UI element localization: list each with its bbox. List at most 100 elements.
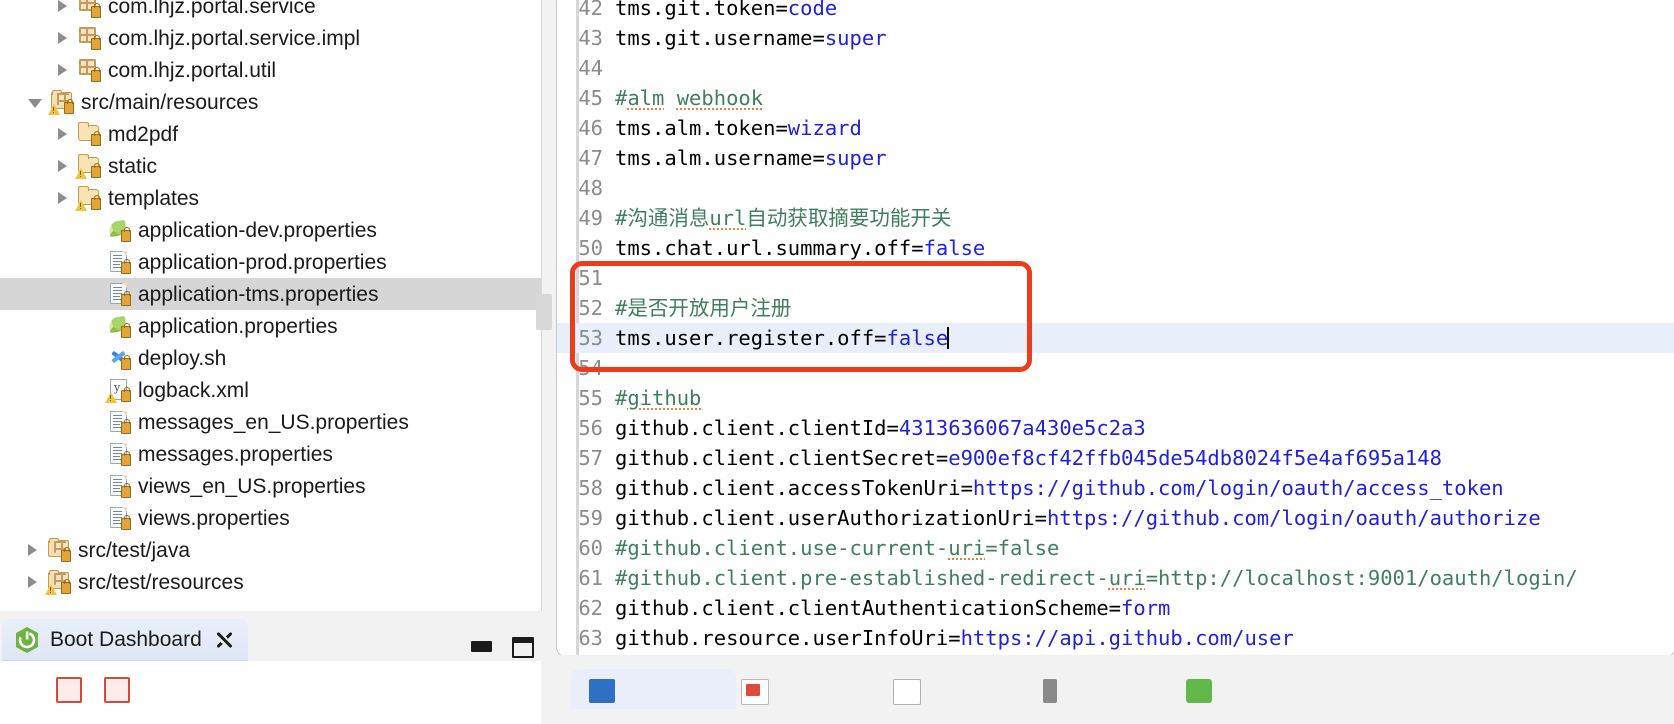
minimize-icon[interactable]	[469, 635, 492, 657]
tree-item[interactable]: src/test/java	[0, 534, 541, 566]
properties-file-icon	[106, 282, 132, 306]
code-editor[interactable]: 42 tms.git.token=code 43 tms.git.username=s…	[556, 0, 1674, 657]
tree-item-label: logback.xml	[138, 378, 249, 402]
code-line[interactable]: 47 tms.alm.username=super	[557, 143, 1674, 173]
code-line[interactable]: 48	[557, 173, 1674, 203]
tree-item[interactable]: application-tms.properties	[0, 278, 541, 310]
code-token: form	[1121, 596, 1171, 620]
chevron-right-icon[interactable]	[28, 544, 37, 556]
chevron-right-icon[interactable]	[58, 192, 67, 204]
leaf-properties-icon	[106, 314, 132, 338]
editor-bottom-bar	[556, 655, 1674, 724]
tree-item[interactable]: messages.properties	[0, 438, 541, 470]
console-view-icon[interactable]	[589, 679, 615, 703]
code-token: #	[615, 386, 628, 410]
line-number: 43	[578, 26, 603, 50]
tree-item[interactable]: views.properties	[0, 502, 541, 534]
code-line[interactable]: 57 github.client.clientSecret=e900ef8cf42…	[557, 443, 1674, 473]
line-number: 60	[578, 536, 603, 560]
tree-item[interactable]: md2pdf	[0, 118, 541, 150]
tree-item[interactable]: messages_en_US.properties	[0, 406, 541, 438]
code-content[interactable]: 42 tms.git.token=code 43 tms.git.username=s…	[557, 0, 1674, 653]
code-line-current[interactable]: 53 tms.user.register.off=false	[557, 323, 1674, 353]
tree-item-label: messages_en_US.properties	[138, 410, 409, 434]
tab-boot-dashboard[interactable]: Boot Dashboard	[2, 619, 248, 661]
tree-item-label: com.lhjz.portal.service	[108, 0, 316, 18]
tree-item[interactable]: deploy.sh	[0, 342, 541, 374]
stop-button-icon[interactable]	[56, 677, 82, 703]
code-line[interactable]: 51	[557, 263, 1674, 293]
code-line[interactable]: 46 tms.alm.token=wizard	[557, 113, 1674, 143]
line-number: 57	[578, 446, 603, 470]
code-token: https://github.com/login/oauth/access_to…	[972, 476, 1504, 500]
code-line[interactable]: 60 #github.client.use-current-uri=false	[557, 533, 1674, 563]
spring-boot-icon	[14, 626, 40, 654]
code-line[interactable]: 43 tms.git.username=super	[557, 23, 1674, 53]
document-icon[interactable]	[893, 679, 921, 705]
folder-warning-icon	[75, 154, 102, 179]
tree-item[interactable]: logback.xml	[0, 374, 541, 406]
project-explorer-panel[interactable]: com.lhjz.portal.service com.lhjz.portal.s…	[0, 0, 542, 611]
code-line[interactable]: 49 #沟通消息url自动获取摘要功能开关	[557, 203, 1674, 233]
tree-item[interactable]: src/test/resources	[0, 566, 541, 598]
code-line[interactable]: 62 github.client.clientAuthenticationSche…	[557, 593, 1674, 623]
code-line[interactable]: 63 github.resource.userInfoUri=https://ap…	[557, 623, 1674, 653]
chevron-right-icon[interactable]	[58, 32, 67, 44]
code-token: #是否开放用户注册	[615, 296, 792, 320]
maximize-icon[interactable]	[511, 635, 534, 658]
chevron-right-icon[interactable]	[58, 0, 67, 12]
tree-item[interactable]: views_en_US.properties	[0, 470, 541, 502]
pdf-file-icon[interactable]	[741, 679, 769, 705]
terminate-button-icon[interactable]	[104, 677, 130, 703]
chevron-right-icon[interactable]	[58, 64, 67, 76]
code-line[interactable]: 44	[557, 53, 1674, 83]
view-tab-strip: Boot Dashboard	[0, 619, 541, 661]
code-token: code	[787, 0, 838, 20]
tree-item[interactable]: com.lhjz.portal.service	[0, 0, 541, 22]
tree-item-label: application-dev.properties	[138, 218, 377, 242]
tree-item[interactable]: com.lhjz.portal.service.impl	[0, 22, 541, 54]
code-line[interactable]: 45 #alm webhook	[557, 83, 1674, 113]
tool-icon[interactable]	[1043, 679, 1057, 703]
code-line[interactable]: 54	[557, 353, 1674, 383]
source-folder-warning-icon	[48, 90, 75, 115]
tree-item[interactable]: application.properties	[0, 310, 541, 342]
code-line[interactable]: 56 github.client.clientId=4313636067a430e…	[557, 413, 1674, 443]
xml-file-warning-icon	[105, 378, 132, 403]
package-icon	[76, 26, 102, 50]
code-line[interactable]: 50 tms.chat.url.summary.off=false	[557, 233, 1674, 263]
tree-item-label: md2pdf	[108, 122, 179, 146]
chevron-right-icon[interactable]	[58, 160, 67, 172]
code-line[interactable]: 58 github.client.accessTokenUri=https://g…	[557, 473, 1674, 503]
tree-item[interactable]: com.lhjz.portal.util	[0, 54, 541, 86]
code-token: github	[627, 386, 702, 410]
code-token: #github.client.use-current-	[615, 536, 949, 560]
run-icon[interactable]	[1186, 679, 1212, 703]
ide-window: com.lhjz.portal.service com.lhjz.portal.s…	[0, 0, 1674, 724]
chevron-down-icon[interactable]	[28, 99, 42, 108]
code-line[interactable]: 61 #github.client.pre-established-redirec…	[557, 563, 1674, 593]
code-line[interactable]: 55 #github	[557, 383, 1674, 413]
pin-view-icon[interactable]	[214, 630, 234, 650]
tree-item[interactable]: static	[0, 150, 541, 182]
tree-item-label: com.lhjz.portal.util	[108, 58, 277, 82]
chevron-right-icon[interactable]	[58, 128, 67, 140]
tree-item[interactable]: templates	[0, 182, 541, 214]
editor-scrollbar-thumb[interactable]	[536, 294, 552, 330]
package-icon	[76, 0, 102, 18]
tab-boot-dashboard-label: Boot Dashboard	[50, 628, 202, 651]
project-tree[interactable]: com.lhjz.portal.service com.lhjz.portal.s…	[0, 0, 541, 598]
tree-item[interactable]: src/main/resources	[0, 86, 541, 118]
code-token: github.client.clientAuthenticationScheme…	[615, 596, 1122, 620]
code-token: tms.git.username=	[615, 26, 825, 50]
line-number: 42	[578, 0, 603, 20]
tree-item[interactable]: application-prod.properties	[0, 246, 541, 278]
code-token: tms.chat.url.summary.off=	[615, 236, 924, 260]
tree-item[interactable]: application-dev.properties	[0, 214, 541, 246]
code-line[interactable]: 59 github.client.userAuthorizationUri=htt…	[557, 503, 1674, 533]
line-number: 59	[578, 506, 603, 530]
tree-item-label: src/test/resources	[78, 570, 244, 594]
code-line[interactable]: 42 tms.git.token=code	[557, 0, 1674, 23]
code-line[interactable]: 52 #是否开放用户注册	[557, 293, 1674, 323]
chevron-right-icon[interactable]	[28, 576, 37, 588]
